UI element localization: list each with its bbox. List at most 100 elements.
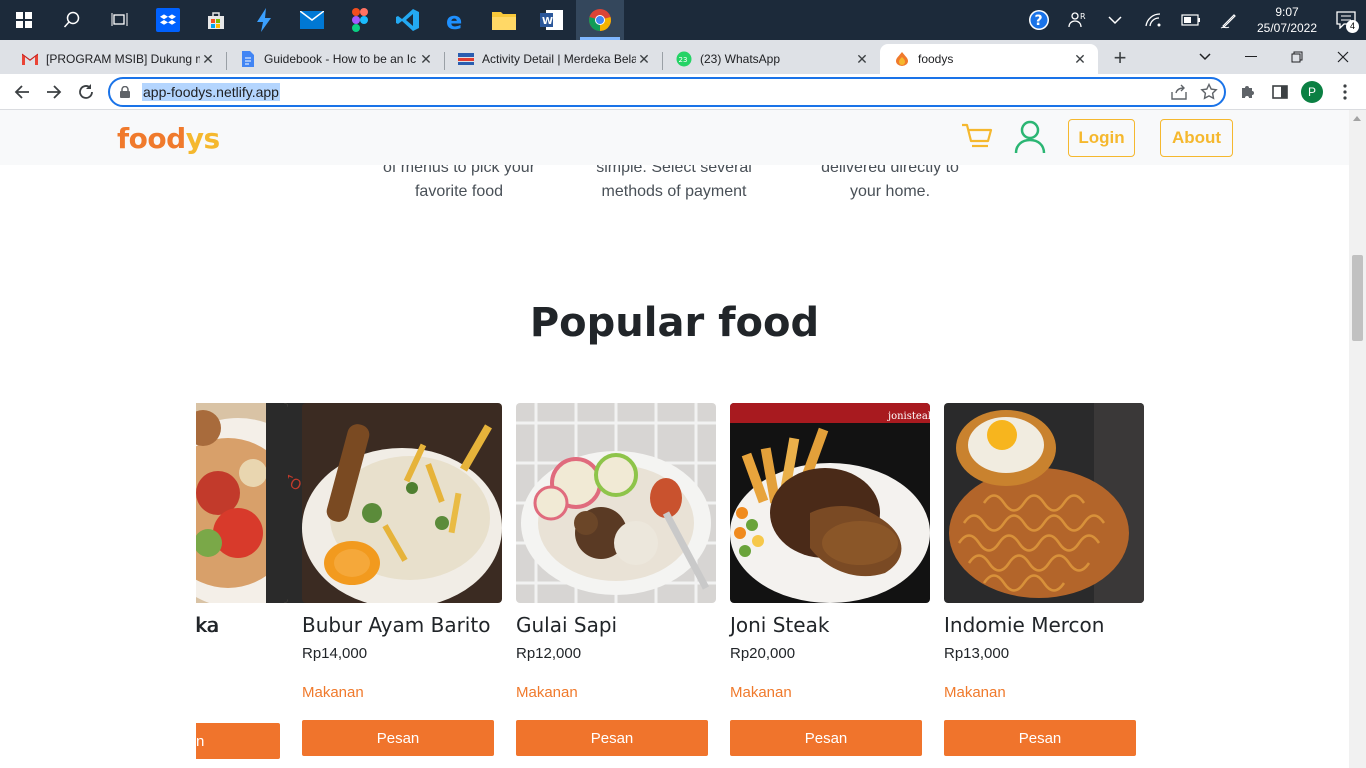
side-panel-icon[interactable] [1266, 78, 1294, 106]
wifi-icon[interactable] [1134, 0, 1172, 40]
forward-arrow-icon[interactable] [40, 78, 68, 106]
figma-icon[interactable] [336, 0, 384, 40]
help-icon[interactable]: ? [1020, 0, 1058, 40]
svg-text:?: ? [1035, 13, 1043, 29]
docs-icon [240, 51, 256, 67]
image-brand-text: jonisteak [887, 411, 930, 422]
profile-avatar[interactable]: P [1301, 81, 1323, 103]
food-name: Joni Steak [730, 613, 830, 637]
foodys-logo[interactable]: foodys [117, 122, 220, 155]
step-line: favorite food [414, 183, 504, 200]
order-button[interactable]: Pesan [516, 720, 708, 756]
dropbox-icon[interactable] [144, 0, 192, 40]
order-button-partial[interactable]: n [196, 723, 280, 759]
section-title: Popular food [529, 300, 820, 346]
chevron-up-icon[interactable] [1096, 0, 1134, 40]
tab-search-icon[interactable] [1182, 40, 1228, 74]
tab-guidebook[interactable]: Guidebook - How to be an Ic ✕ [226, 44, 444, 74]
microsoft-store-icon[interactable] [192, 0, 240, 40]
food-name: Indomie Mercon [944, 613, 1105, 637]
food-image-bubur-ayam[interactable] [302, 403, 502, 603]
about-button[interactable]: About [1160, 119, 1233, 157]
pen-icon[interactable] [1210, 0, 1248, 40]
scroll-up-icon[interactable] [1353, 116, 1361, 121]
tab-activity-detail[interactable]: Activity Detail | Merdeka Bela ✕ [444, 44, 662, 74]
bookmark-star-icon[interactable] [1200, 82, 1218, 106]
food-card: Gulai Sapi Rp12,000 Makanan Pesan [516, 403, 716, 756]
order-button[interactable]: Pesan [944, 720, 1136, 756]
brand-part2: ys [185, 122, 220, 155]
new-tab-button[interactable]: + [1106, 44, 1134, 72]
order-button[interactable]: Pesan [730, 720, 922, 756]
system-clock[interactable]: 9:07 25/07/2022 [1248, 4, 1326, 36]
food-price: Rp12,000 [516, 645, 582, 662]
minimize-icon[interactable] [1228, 40, 1274, 74]
food-price: Rp13,000 [944, 645, 1010, 662]
tab-title: Activity Detail | Merdeka Bela [482, 52, 636, 66]
tab-gmail[interactable]: [PROGRAM MSIB] Dukung m ✕ [8, 44, 226, 74]
reload-icon[interactable] [72, 78, 100, 106]
vscode-icon[interactable] [384, 0, 432, 40]
svg-text:e: e [446, 8, 462, 32]
carousel-left-edge [0, 390, 196, 768]
file-explorer-icon[interactable] [480, 0, 528, 40]
food-image-joni-steak[interactable]: jonisteak [730, 403, 930, 603]
windows-start-icon[interactable] [0, 0, 48, 40]
cart-icon[interactable] [960, 122, 994, 155]
notification-center-icon[interactable]: 4 [1326, 0, 1366, 40]
browser-tab-strip: [PROGRAM MSIB] Dukung m ✕ Guidebook - Ho… [0, 40, 1366, 74]
login-button[interactable]: Login [1068, 119, 1135, 157]
restore-icon[interactable] [1274, 40, 1320, 74]
food-category: Makanan [302, 684, 364, 701]
tab-foodys[interactable]: foodys ✕ [880, 44, 1098, 74]
lightning-app-icon[interactable] [240, 0, 288, 40]
word-icon[interactable]: W [528, 0, 576, 40]
svg-text:W: W [542, 16, 553, 27]
food-category: Makanan [516, 684, 578, 701]
page-viewport: foodys Login About of menus to pick your… [0, 110, 1349, 768]
notification-badge: 4 [1346, 20, 1359, 33]
brand-part1: food [117, 122, 186, 155]
edge-icon[interactable]: e [432, 0, 480, 40]
scroll-thumb[interactable] [1352, 255, 1363, 341]
people-icon[interactable]: R [1058, 0, 1096, 40]
chrome-icon[interactable] [576, 0, 624, 40]
close-icon[interactable]: ✕ [418, 51, 434, 68]
user-icon[interactable] [1014, 120, 1046, 159]
close-icon[interactable]: ✕ [1072, 51, 1088, 68]
step-line: methods of payment [601, 183, 747, 200]
battery-icon[interactable] [1172, 0, 1210, 40]
close-icon[interactable]: ✕ [200, 51, 216, 68]
lock-icon[interactable] [120, 86, 134, 98]
order-button[interactable]: Pesan [302, 720, 494, 756]
tab-title: Guidebook - How to be an Ic [264, 52, 417, 66]
kebab-menu-icon[interactable] [1331, 78, 1359, 106]
share-icon[interactable] [1170, 83, 1188, 106]
food-card: Bubur Ayam Barito Rp14,000 Makanan Pesan [302, 403, 502, 756]
close-icon[interactable]: ✕ [636, 51, 652, 68]
food-category: Makanan [730, 684, 792, 701]
search-icon[interactable] [48, 0, 96, 40]
food-card: Indomie Mercon Rp13,000 Makanan Pesan [944, 403, 1144, 756]
order-button-label: n [196, 732, 205, 750]
food-image-indomie-mercon[interactable] [944, 403, 1144, 603]
browser-toolbar: app-foodys.netlify.app P [0, 74, 1366, 110]
food-card: jonisteak Joni Steak Rp20,000 Makanan Pe… [730, 403, 930, 756]
url-text[interactable]: app-foodys.netlify.app [142, 83, 280, 101]
close-icon[interactable]: ✕ [854, 51, 870, 68]
back-arrow-icon[interactable] [8, 78, 36, 106]
food-image-partial[interactable] [196, 403, 288, 603]
mail-icon[interactable] [288, 0, 336, 40]
foodys-icon [894, 51, 910, 67]
food-name-partial: ka [196, 613, 220, 637]
tab-whatsapp[interactable]: 23 (23) WhatsApp ✕ [662, 44, 880, 74]
address-bar[interactable]: app-foodys.netlify.app [108, 77, 1226, 107]
food-category: Makanan [944, 684, 1006, 701]
extensions-puzzle-icon[interactable] [1234, 78, 1262, 106]
tab-title: foodys [918, 52, 954, 66]
task-view-icon[interactable] [96, 0, 144, 40]
site-navbar: foodys Login About [0, 110, 1349, 165]
window-close-icon[interactable] [1320, 40, 1366, 74]
page-scrollbar[interactable] [1349, 110, 1366, 768]
food-image-gulai-sapi[interactable] [516, 403, 716, 603]
